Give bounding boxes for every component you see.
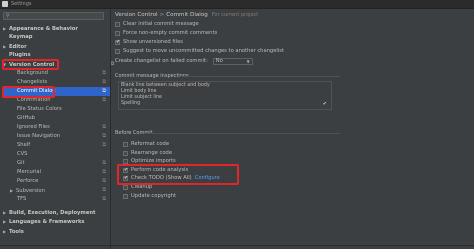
breadcrumb-commit-dialog: Commit Dialog <box>166 12 208 18</box>
optimize-imports-checkbox[interactable] <box>123 158 128 164</box>
cleanup-checkbox[interactable] <box>123 184 128 190</box>
show-unversioned-checkbox[interactable] <box>115 39 120 46</box>
project-scope-icon: ⧉ <box>102 196 106 202</box>
tree-item-background[interactable]: Background ⧉ <box>17 69 110 78</box>
reformat-code-option[interactable]: Reformat code <box>123 140 169 148</box>
tree-item-git[interactable]: Git ⧉ <box>17 159 110 168</box>
section-divider <box>145 133 340 134</box>
project-scope-icon: ⧉ <box>102 70 106 76</box>
highlight-before-commit-options <box>117 164 239 185</box>
project-scope-icon: ⧉ <box>102 79 106 85</box>
project-scope-icon: ⧉ <box>102 160 106 166</box>
tree-item-subversion[interactable]: ▶ Subversion ⧉ <box>10 186 110 195</box>
update-copyright-option[interactable]: Update copyright <box>123 192 176 200</box>
search-icon: ⚲ <box>6 13 10 19</box>
highlight-commit-dialog <box>2 86 55 98</box>
project-scope-note: For current project <box>211 12 259 18</box>
chevron-down-icon: ▼ <box>246 58 250 64</box>
tree-item-build-execution[interactable]: ▶ Build, Execution, Deployment <box>3 208 96 217</box>
create-changelist-select[interactable]: No ▼ <box>212 57 253 65</box>
spelling-enabled-check-icon[interactable]: ✔ <box>323 101 327 107</box>
app-icon <box>2 1 8 7</box>
project-scope-icon: ⧉ <box>102 178 106 184</box>
inspections-section-title: Commit message inspections <box>115 73 189 79</box>
breadcrumb-version-control[interactable]: Version Control <box>115 12 158 18</box>
settings-tree: ▶ Appearance & Behavior Keymap ▶ Editor Pl… <box>0 22 114 249</box>
breadcrumb: Version Control > Commit Dialog For current… <box>115 12 258 18</box>
project-scope-icon: ⧉ <box>102 133 106 139</box>
panel-divider <box>110 9 111 249</box>
project-scope-icon: ⧉ <box>110 61 115 67</box>
force-non-empty-option[interactable]: Force non-empty commit comments <box>115 29 217 37</box>
bottom-divider <box>0 245 474 246</box>
highlight-version-control <box>2 59 59 70</box>
force-non-empty-checkbox[interactable] <box>115 30 120 36</box>
tree-item-cvs[interactable]: CVS <box>17 150 110 159</box>
tree-item-keymap[interactable]: Keymap <box>9 33 32 42</box>
tree-item-ignored-files[interactable]: Ignored Files ⧉ <box>17 123 110 132</box>
inspections-list[interactable]: Blank line between subject and body Limi… <box>118 81 332 110</box>
tree-item-issue-navigation[interactable]: Issue Navigation ⧉ <box>17 132 110 141</box>
suggest-move-option[interactable]: Suggest to move uncommitted changes to a… <box>115 47 284 55</box>
settings-search-input[interactable]: ⚲ <box>3 12 104 20</box>
reformat-code-checkbox[interactable] <box>123 141 128 147</box>
project-scope-icon: ⧉ <box>102 124 106 130</box>
window-title: Settings <box>11 1 32 7</box>
tree-item-github[interactable]: GitHub <box>17 114 110 123</box>
suggest-move-checkbox[interactable] <box>115 48 120 54</box>
tree-item-tfs[interactable]: TFS ⧉ <box>17 195 110 204</box>
create-changelist-row: Create changelist on failed commit: No ▼ <box>115 57 253 65</box>
tree-item-tools[interactable]: ▶ Tools <box>3 227 24 236</box>
breadcrumb-separator: > <box>159 12 165 18</box>
rearrange-code-checkbox[interactable] <box>123 150 128 156</box>
update-copyright-checkbox[interactable] <box>123 193 128 199</box>
project-scope-icon: ⧉ <box>102 88 106 94</box>
tree-item-editor[interactable]: ▶ Editor <box>3 42 27 51</box>
project-scope-icon: ⧉ <box>102 142 106 148</box>
section-divider <box>180 76 340 77</box>
clear-initial-message-checkbox[interactable] <box>115 21 120 27</box>
tree-item-perforce[interactable]: Perforce ⧉ <box>17 177 110 186</box>
tree-item-languages[interactable]: ▶ Languages & Frameworks <box>3 217 85 226</box>
show-unversioned-option[interactable]: Show unversioned files <box>115 38 183 46</box>
tree-item-mercurial[interactable]: Mercurial ⧉ <box>17 168 110 177</box>
rearrange-code-option[interactable]: Rearrange code <box>123 149 172 157</box>
tree-item-appearance[interactable]: ▶ Appearance & Behavior <box>3 24 78 33</box>
project-scope-icon: ⧉ <box>102 187 106 193</box>
project-scope-icon: ⧉ <box>102 169 106 175</box>
title-bar: Settings <box>0 0 474 9</box>
project-scope-icon: ⧉ <box>102 97 106 103</box>
clear-initial-message-option[interactable]: Clear initial commit message <box>115 20 199 28</box>
tree-item-shelf[interactable]: Shelf ⧉ <box>17 141 110 150</box>
inspection-item[interactable]: Spelling <box>121 101 140 107</box>
tree-item-file-status-colors[interactable]: File Status Colors <box>17 105 110 114</box>
